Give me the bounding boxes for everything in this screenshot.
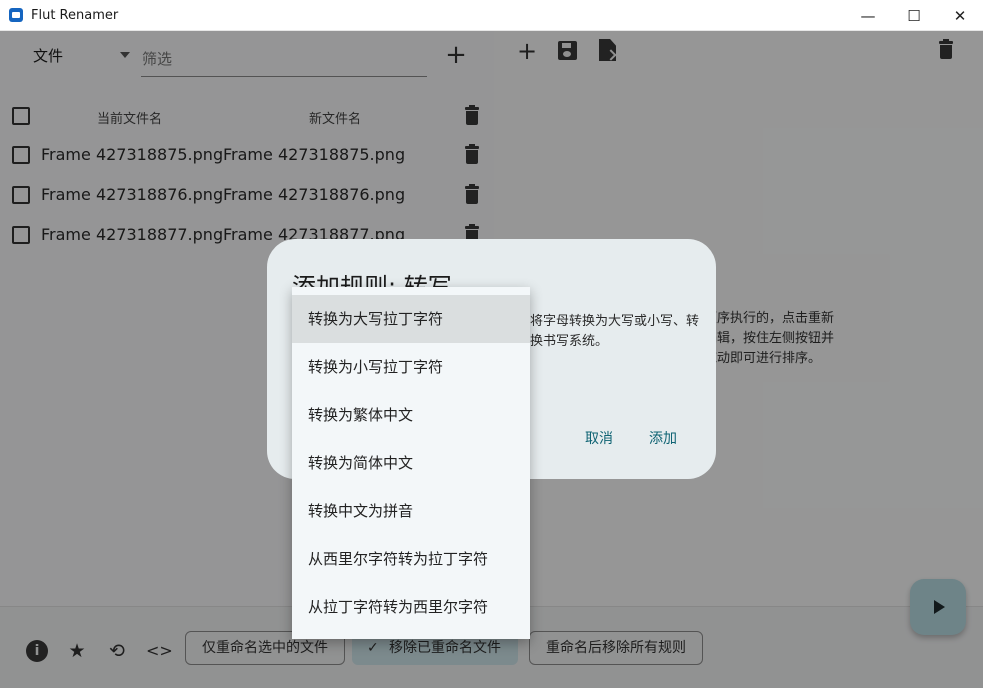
add-button[interactable]: 添加 xyxy=(649,428,677,448)
window-controls: — ☐ ✕ xyxy=(845,0,983,31)
menu-item-to-traditional-chinese[interactable]: 转换为繁体中文 xyxy=(292,391,530,439)
window-title: Flut Renamer xyxy=(31,7,119,23)
app-logo-icon xyxy=(9,8,23,22)
dialog-description: 将字母转换为大写或小写、转换书写系统。 xyxy=(530,314,700,349)
close-button[interactable]: ✕ xyxy=(937,0,983,31)
transliteration-menu: 转换为大写拉丁字符 转换为小写拉丁字符 转换为繁体中文 转换为简体中文 转换中文… xyxy=(292,287,530,639)
menu-item-latin-to-cyrillic[interactable]: 从拉丁字符转为西里尔字符 xyxy=(292,583,530,631)
cancel-button[interactable]: 取消 xyxy=(585,428,613,448)
menu-item-to-lowercase-latin[interactable]: 转换为小写拉丁字符 xyxy=(292,343,530,391)
maximize-button[interactable]: ☐ xyxy=(891,0,937,31)
menu-item-to-uppercase-latin[interactable]: 转换为大写拉丁字符 xyxy=(292,295,530,343)
menu-item-to-simplified-chinese[interactable]: 转换为简体中文 xyxy=(292,439,530,487)
title-bar: Flut Renamer — ☐ ✕ xyxy=(0,0,983,31)
menu-item-cyrillic-to-latin[interactable]: 从西里尔字符转为拉丁字符 xyxy=(292,535,530,583)
menu-item-chinese-to-pinyin[interactable]: 转换中文为拼音 xyxy=(292,487,530,535)
minimize-button[interactable]: — xyxy=(845,0,891,31)
